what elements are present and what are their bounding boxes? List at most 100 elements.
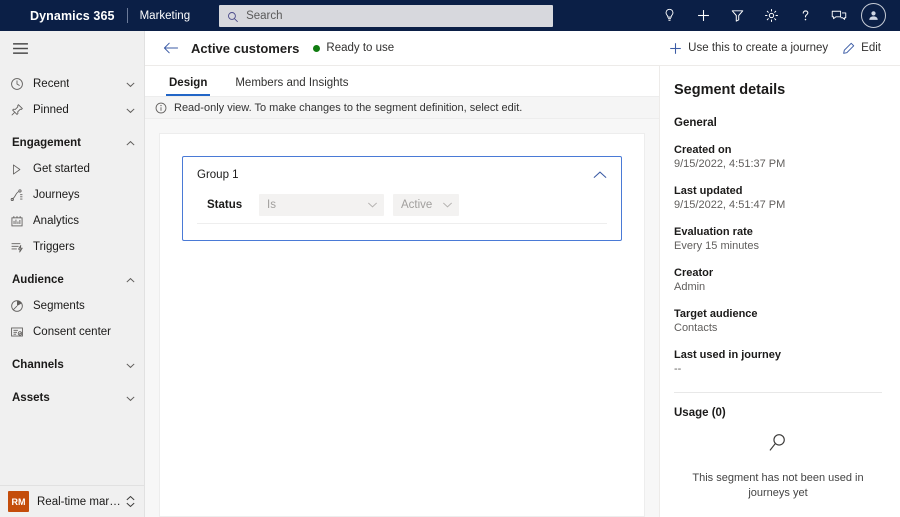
sidebar-group-engagement[interactable]: Engagement: [0, 130, 144, 156]
condition-value-dropdown[interactable]: Active: [393, 194, 460, 216]
field-label: Last used in journey: [674, 349, 781, 361]
segment-details-panel: Segment details General Created on 9/15/…: [660, 66, 900, 517]
feedback-icon[interactable]: [822, 0, 856, 31]
details-divider: [674, 392, 882, 393]
command-bar-actions: Use this to create a journey Edit: [662, 35, 888, 61]
sidebar-item-label: Journeys: [33, 189, 80, 201]
field-value: 9/15/2022, 4:51:47 PM: [674, 199, 786, 211]
sidebar-group-label: Channels: [12, 359, 64, 371]
sidebar-item-consent-center[interactable]: Consent center: [0, 319, 144, 345]
sidebar-group-label: Engagement: [12, 137, 82, 149]
segments-icon: [10, 299, 28, 313]
readonly-info-bar: Read-only view. To make changes to the s…: [145, 96, 659, 119]
field-label: Creator: [674, 267, 714, 279]
tab-label: Members and Insights: [235, 77, 349, 89]
edit-label: Edit: [861, 42, 881, 54]
page-title: Active customers: [191, 40, 300, 56]
condition-group-card[interactable]: Group 1 Status Is Active: [182, 156, 622, 241]
brand-area: Dynamics 365 Marketing: [0, 8, 190, 23]
clock-icon: [10, 77, 28, 91]
plus-icon: [669, 42, 682, 55]
sidebar-nav: Recent Pinned Engagement Get started Jou…: [0, 66, 144, 485]
field-last-used-in-journey: Last used in journey --: [674, 349, 882, 375]
chevron-up-icon[interactable]: [125, 138, 136, 149]
field-label: Created on: [674, 144, 732, 156]
sidebar-item-label: Pinned: [33, 104, 69, 116]
top-bar-actions: [652, 0, 900, 31]
field-value: Admin: [674, 281, 706, 293]
condition-attribute-label: Status: [207, 199, 243, 211]
condition-operator-value: Is: [267, 199, 276, 211]
designer-pane: Design Members and Insights Read-only vi…: [145, 66, 660, 517]
sidebar-item-label: Recent: [33, 78, 70, 90]
chevron-down-icon[interactable]: [125, 360, 136, 371]
canvas-surface: Group 1 Status Is Active: [159, 133, 645, 517]
sidebar-item-recent[interactable]: Recent: [0, 71, 144, 97]
sidebar-item-label: Segments: [33, 300, 85, 312]
sidebar-item-analytics[interactable]: Analytics: [0, 208, 144, 234]
brand-title: Dynamics 365: [30, 8, 115, 23]
field-label: Evaluation rate: [674, 226, 753, 238]
usage-empty-text: This segment has not been used in journe…: [692, 472, 864, 499]
details-section-general: General: [674, 117, 717, 129]
gear-icon[interactable]: [754, 0, 788, 31]
chevron-up-icon[interactable]: [125, 275, 136, 286]
condition-group-header: Group 1: [197, 169, 607, 181]
chevron-up-down-icon[interactable]: [125, 495, 136, 508]
avatar[interactable]: [861, 3, 886, 28]
top-navigation-bar: Dynamics 365 Marketing: [0, 0, 900, 31]
edit-button[interactable]: Edit: [835, 35, 888, 61]
back-arrow-icon[interactable]: [159, 36, 183, 60]
sidebar-item-triggers[interactable]: Triggers: [0, 234, 144, 260]
field-label: Last updated: [674, 185, 743, 197]
tab-members-and-insights[interactable]: Members and Insights: [233, 77, 350, 96]
sidebar-group-channels[interactable]: Channels: [0, 352, 144, 378]
status-dot-icon: [313, 44, 321, 52]
filter-icon[interactable]: [720, 0, 754, 31]
sidebar: Recent Pinned Engagement Get started Jou…: [0, 31, 145, 517]
chevron-down-icon[interactable]: [125, 393, 136, 404]
command-bar: Active customers Ready to use Use this t…: [145, 31, 900, 66]
lightbulb-icon[interactable]: [652, 0, 686, 31]
area-switcher-label: Real-time marketi...: [37, 495, 123, 508]
sidebar-item-pinned[interactable]: Pinned: [0, 97, 144, 123]
create-journey-label: Use this to create a journey: [688, 42, 829, 54]
content-split: Design Members and Insights Read-only vi…: [145, 66, 900, 517]
sidebar-item-journeys[interactable]: Journeys: [0, 182, 144, 208]
field-evaluation-rate: Evaluation rate Every 15 minutes: [674, 226, 882, 252]
field-created-on: Created on 9/15/2022, 4:51:37 PM: [674, 144, 882, 170]
chevron-down-icon[interactable]: [125, 105, 136, 116]
sidebar-item-get-started[interactable]: Get started: [0, 156, 144, 182]
sidebar-group-label: Assets: [12, 392, 50, 404]
condition-value: Active: [401, 199, 433, 211]
chevron-down-icon[interactable]: [125, 79, 136, 90]
tab-design[interactable]: Design: [165, 77, 211, 96]
consent-icon: [10, 325, 28, 339]
global-search[interactable]: [219, 4, 554, 27]
sidebar-item-segments[interactable]: Segments: [0, 293, 144, 319]
create-journey-button[interactable]: Use this to create a journey: [662, 35, 835, 61]
info-icon: [155, 102, 167, 114]
condition-operator-dropdown[interactable]: Is: [259, 194, 384, 216]
status-badge: Ready to use: [313, 42, 394, 54]
sidebar-group-audience[interactable]: Audience: [0, 267, 144, 293]
journeys-icon: [10, 188, 28, 202]
usage-title: Usage (0): [674, 407, 726, 419]
chevron-down-icon: [357, 201, 378, 209]
triggers-icon: [10, 240, 28, 254]
field-label: Target audience: [674, 308, 758, 320]
pencil-icon: [842, 42, 855, 55]
condition-row: Status Is Active: [197, 194, 607, 224]
sidebar-group-assets[interactable]: Assets: [0, 385, 144, 411]
area-switcher[interactable]: RM Real-time marketi...: [0, 485, 144, 517]
area-badge: RM: [8, 491, 29, 512]
plus-icon[interactable]: [686, 0, 720, 31]
chevron-up-icon[interactable]: [593, 170, 607, 180]
condition-group-title: Group 1: [197, 169, 239, 181]
hamburger-icon[interactable]: [0, 31, 144, 66]
sidebar-group-label: Audience: [12, 274, 64, 286]
status-label: Ready to use: [326, 42, 395, 54]
search-input[interactable]: [246, 9, 546, 22]
question-icon[interactable]: [788, 0, 822, 31]
tab-list: Design Members and Insights: [145, 66, 659, 96]
